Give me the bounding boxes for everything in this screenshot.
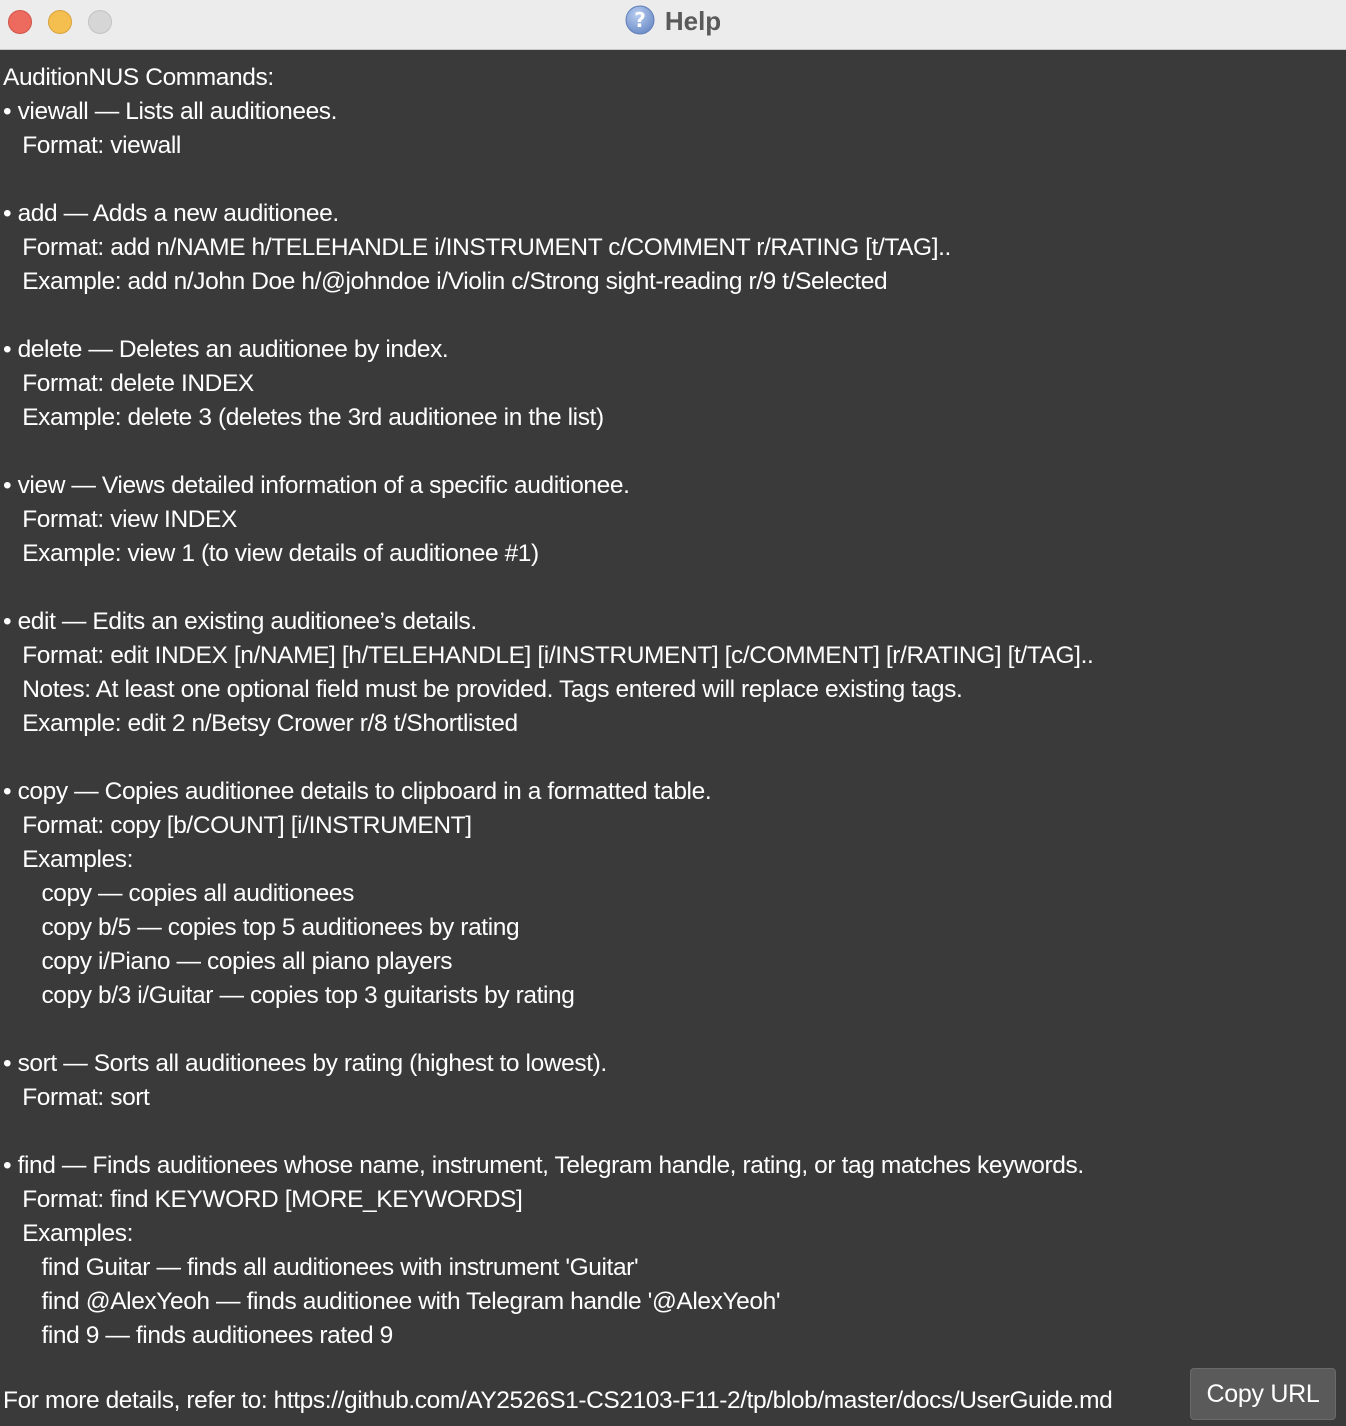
- help-command-text: AuditionNUS Commands: • viewall — Lists …: [3, 64, 1094, 1349]
- question-circle-icon: ?: [625, 5, 655, 35]
- window-title-group: ? Help: [0, 0, 1346, 42]
- copy-url-button[interactable]: Copy URL: [1190, 1368, 1336, 1420]
- help-content: AuditionNUS Commands: • viewall — Lists …: [0, 50, 1346, 1426]
- window-title: Help: [664, 5, 722, 36]
- user-guide-link-text: For more details, refer to: https://gith…: [3, 1387, 1113, 1414]
- title-bar: ? Help: [0, 0, 1346, 50]
- svg-text:?: ?: [634, 8, 646, 32]
